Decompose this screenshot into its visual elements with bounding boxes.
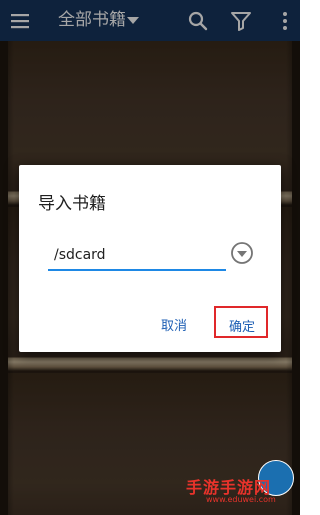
watermark: 手游手游网 www.eduwei.com bbox=[168, 446, 300, 512]
dialog-title: 导入书籍 bbox=[38, 194, 106, 214]
cancel-button[interactable]: 取消 bbox=[161, 315, 187, 334]
confirm-button-label: 确定 bbox=[229, 320, 256, 335]
confirm-button[interactable]: 确定 bbox=[214, 306, 268, 338]
screen: 全部书籍 导入书籍 取消 确定 手游 bbox=[0, 0, 300, 515]
path-input[interactable] bbox=[48, 243, 226, 271]
import-books-dialog: 导入书籍 取消 确定 bbox=[19, 165, 281, 352]
watermark-url: www.eduwei.com bbox=[206, 495, 276, 504]
circle-chevron-down-icon[interactable] bbox=[230, 241, 254, 265]
